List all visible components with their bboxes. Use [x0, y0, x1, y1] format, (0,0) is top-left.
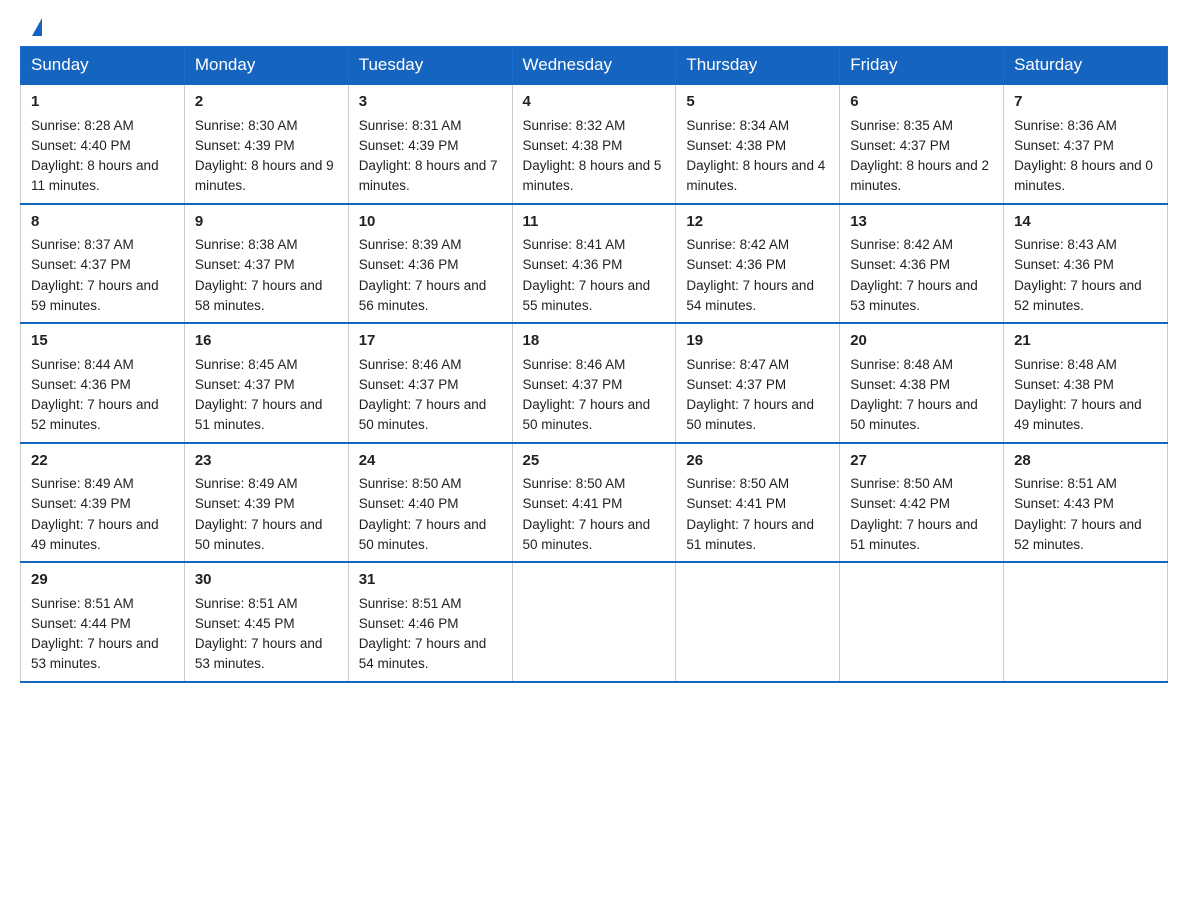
calendar-table: SundayMondayTuesdayWednesdayThursdayFrid… — [20, 46, 1168, 683]
day-number: 24 — [359, 450, 502, 473]
day-number: 11 — [523, 211, 666, 234]
day-number: 23 — [195, 450, 338, 473]
column-header-sunday: Sunday — [21, 47, 185, 85]
calendar-cell: 23Sunrise: 8:49 AMSunset: 4:39 PMDayligh… — [184, 443, 348, 563]
week-row-4: 22Sunrise: 8:49 AMSunset: 4:39 PMDayligh… — [21, 443, 1168, 563]
calendar-cell: 1Sunrise: 8:28 AMSunset: 4:40 PMDaylight… — [21, 84, 185, 204]
column-header-thursday: Thursday — [676, 47, 840, 85]
day-number: 30 — [195, 569, 338, 592]
calendar-cell: 27Sunrise: 8:50 AMSunset: 4:42 PMDayligh… — [840, 443, 1004, 563]
day-number: 18 — [523, 330, 666, 353]
calendar-cell — [1004, 562, 1168, 682]
calendar-cell: 25Sunrise: 8:50 AMSunset: 4:41 PMDayligh… — [512, 443, 676, 563]
day-number: 9 — [195, 211, 338, 234]
day-number: 6 — [850, 91, 993, 114]
calendar-cell: 20Sunrise: 8:48 AMSunset: 4:38 PMDayligh… — [840, 323, 1004, 443]
week-row-2: 8Sunrise: 8:37 AMSunset: 4:37 PMDaylight… — [21, 204, 1168, 324]
calendar-cell: 13Sunrise: 8:42 AMSunset: 4:36 PMDayligh… — [840, 204, 1004, 324]
day-number: 19 — [686, 330, 829, 353]
day-number: 17 — [359, 330, 502, 353]
calendar-cell: 3Sunrise: 8:31 AMSunset: 4:39 PMDaylight… — [348, 84, 512, 204]
column-header-friday: Friday — [840, 47, 1004, 85]
column-header-tuesday: Tuesday — [348, 47, 512, 85]
calendar-cell: 7Sunrise: 8:36 AMSunset: 4:37 PMDaylight… — [1004, 84, 1168, 204]
calendar-cell: 18Sunrise: 8:46 AMSunset: 4:37 PMDayligh… — [512, 323, 676, 443]
calendar-cell: 2Sunrise: 8:30 AMSunset: 4:39 PMDaylight… — [184, 84, 348, 204]
logo — [30, 18, 42, 36]
calendar-cell: 17Sunrise: 8:46 AMSunset: 4:37 PMDayligh… — [348, 323, 512, 443]
day-number: 21 — [1014, 330, 1157, 353]
calendar-cell: 15Sunrise: 8:44 AMSunset: 4:36 PMDayligh… — [21, 323, 185, 443]
calendar-cell: 31Sunrise: 8:51 AMSunset: 4:46 PMDayligh… — [348, 562, 512, 682]
day-number: 26 — [686, 450, 829, 473]
day-number: 10 — [359, 211, 502, 234]
week-row-5: 29Sunrise: 8:51 AMSunset: 4:44 PMDayligh… — [21, 562, 1168, 682]
calendar-cell: 16Sunrise: 8:45 AMSunset: 4:37 PMDayligh… — [184, 323, 348, 443]
calendar-cell: 12Sunrise: 8:42 AMSunset: 4:36 PMDayligh… — [676, 204, 840, 324]
calendar-cell — [840, 562, 1004, 682]
day-number: 4 — [523, 91, 666, 114]
day-number: 22 — [31, 450, 174, 473]
day-number: 7 — [1014, 91, 1157, 114]
day-number: 28 — [1014, 450, 1157, 473]
page-header — [0, 0, 1188, 46]
calendar-cell: 29Sunrise: 8:51 AMSunset: 4:44 PMDayligh… — [21, 562, 185, 682]
calendar-header-row: SundayMondayTuesdayWednesdayThursdayFrid… — [21, 47, 1168, 85]
week-row-3: 15Sunrise: 8:44 AMSunset: 4:36 PMDayligh… — [21, 323, 1168, 443]
day-number: 3 — [359, 91, 502, 114]
day-number: 5 — [686, 91, 829, 114]
day-number: 15 — [31, 330, 174, 353]
calendar-cell: 22Sunrise: 8:49 AMSunset: 4:39 PMDayligh… — [21, 443, 185, 563]
week-row-1: 1Sunrise: 8:28 AMSunset: 4:40 PMDaylight… — [21, 84, 1168, 204]
day-number: 20 — [850, 330, 993, 353]
calendar-cell: 10Sunrise: 8:39 AMSunset: 4:36 PMDayligh… — [348, 204, 512, 324]
column-header-monday: Monday — [184, 47, 348, 85]
day-number: 8 — [31, 211, 174, 234]
day-number: 12 — [686, 211, 829, 234]
column-header-wednesday: Wednesday — [512, 47, 676, 85]
calendar-cell: 9Sunrise: 8:38 AMSunset: 4:37 PMDaylight… — [184, 204, 348, 324]
calendar-cell: 26Sunrise: 8:50 AMSunset: 4:41 PMDayligh… — [676, 443, 840, 563]
calendar-cell: 11Sunrise: 8:41 AMSunset: 4:36 PMDayligh… — [512, 204, 676, 324]
calendar-cell: 28Sunrise: 8:51 AMSunset: 4:43 PMDayligh… — [1004, 443, 1168, 563]
logo-triangle-icon — [32, 18, 42, 36]
calendar-cell — [676, 562, 840, 682]
day-number: 1 — [31, 91, 174, 114]
calendar-cell: 4Sunrise: 8:32 AMSunset: 4:38 PMDaylight… — [512, 84, 676, 204]
calendar-cell — [512, 562, 676, 682]
calendar-cell: 6Sunrise: 8:35 AMSunset: 4:37 PMDaylight… — [840, 84, 1004, 204]
calendar-cell: 30Sunrise: 8:51 AMSunset: 4:45 PMDayligh… — [184, 562, 348, 682]
calendar-cell: 14Sunrise: 8:43 AMSunset: 4:36 PMDayligh… — [1004, 204, 1168, 324]
day-number: 14 — [1014, 211, 1157, 234]
day-number: 13 — [850, 211, 993, 234]
day-number: 16 — [195, 330, 338, 353]
calendar-cell: 5Sunrise: 8:34 AMSunset: 4:38 PMDaylight… — [676, 84, 840, 204]
calendar-cell: 21Sunrise: 8:48 AMSunset: 4:38 PMDayligh… — [1004, 323, 1168, 443]
calendar-cell: 24Sunrise: 8:50 AMSunset: 4:40 PMDayligh… — [348, 443, 512, 563]
column-header-saturday: Saturday — [1004, 47, 1168, 85]
calendar-cell: 8Sunrise: 8:37 AMSunset: 4:37 PMDaylight… — [21, 204, 185, 324]
day-number: 29 — [31, 569, 174, 592]
day-number: 27 — [850, 450, 993, 473]
day-number: 2 — [195, 91, 338, 114]
calendar-cell: 19Sunrise: 8:47 AMSunset: 4:37 PMDayligh… — [676, 323, 840, 443]
day-number: 25 — [523, 450, 666, 473]
day-number: 31 — [359, 569, 502, 592]
